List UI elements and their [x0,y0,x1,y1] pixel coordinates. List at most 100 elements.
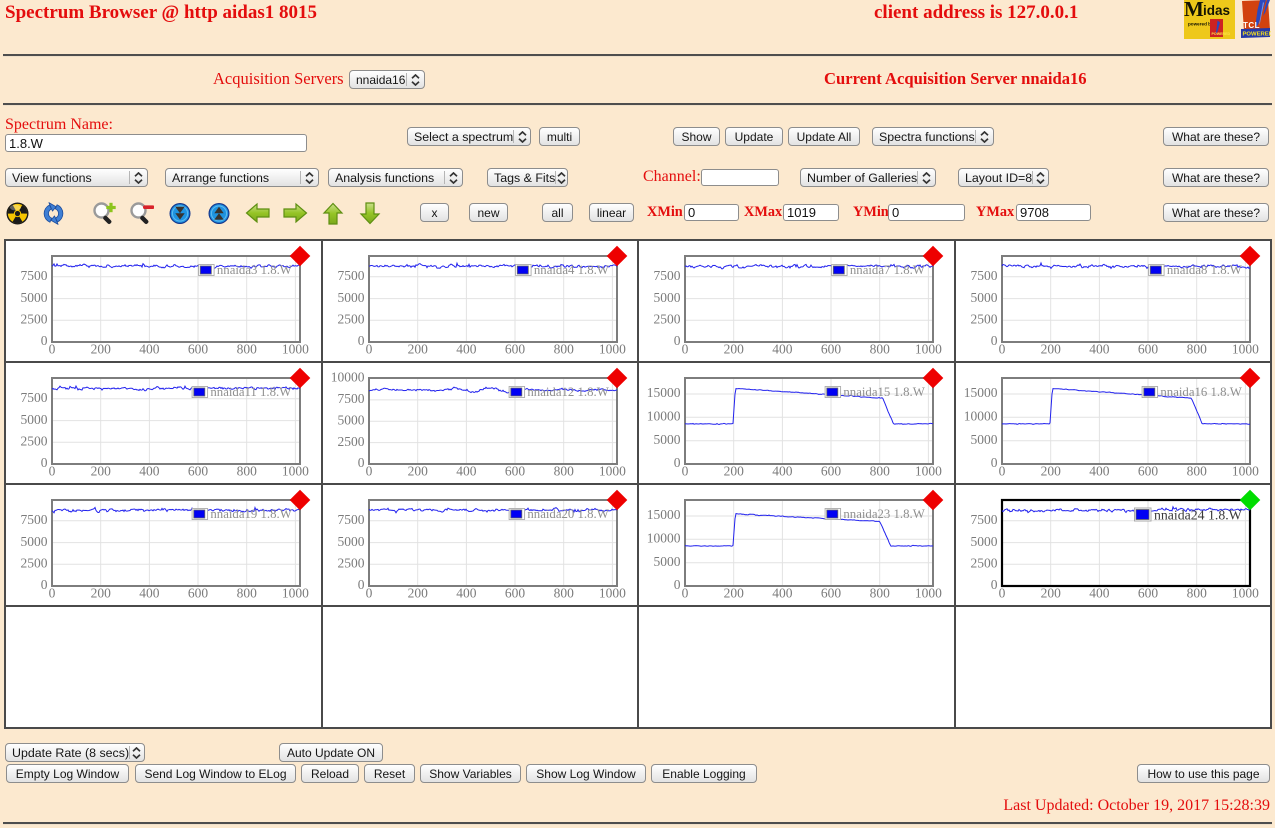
svg-text:15000: 15000 [647,507,681,522]
svg-text:5000: 5000 [21,412,48,427]
svg-text:1000: 1000 [915,341,942,356]
svg-text:800: 800 [553,463,574,478]
svg-text:800: 800 [553,585,574,600]
svg-text:200: 200 [1040,585,1061,600]
svg-text:7500: 7500 [970,268,997,283]
svg-text:600: 600 [188,463,209,478]
svg-text:0: 0 [365,341,372,356]
svg-text:0: 0 [682,463,689,478]
svg-text:0: 0 [674,455,681,470]
svg-text:nnaida4 1.8.W: nnaida4 1.8.W [533,263,609,277]
svg-text:600: 600 [188,585,209,600]
svg-text:2500: 2500 [970,312,997,327]
svg-text:2500: 2500 [21,556,48,571]
svg-text:nnaida15 1.8.W: nnaida15 1.8.W [843,385,925,399]
svg-text:15000: 15000 [963,385,997,400]
svg-text:nnaida8 1.8.W: nnaida8 1.8.W [1166,263,1242,277]
svg-text:0: 0 [998,341,1005,356]
svg-text:800: 800 [1186,585,1207,600]
svg-text:400: 400 [1089,585,1110,600]
svg-text:800: 800 [870,585,891,600]
svg-text:800: 800 [1186,463,1207,478]
svg-text:400: 400 [456,341,477,356]
svg-text:0: 0 [990,333,997,348]
svg-text:0: 0 [682,585,689,600]
svg-text:800: 800 [870,341,891,356]
svg-text:0: 0 [998,585,1005,600]
svg-text:400: 400 [772,585,793,600]
svg-text:5000: 5000 [21,534,48,549]
svg-text:10000: 10000 [647,531,681,546]
svg-text:idas: idas [1203,3,1230,18]
svg-text:0: 0 [49,463,56,478]
svg-text:7500: 7500 [970,512,997,527]
svg-text:10000: 10000 [330,370,364,385]
svg-text:0: 0 [674,333,681,348]
svg-text:400: 400 [1089,463,1110,478]
svg-text:200: 200 [724,585,745,600]
svg-text:nnaida20 1.8.W: nnaida20 1.8.W [527,507,609,521]
svg-text:400: 400 [772,463,793,478]
svg-text:1000: 1000 [282,463,309,478]
svg-text:1000: 1000 [1231,585,1258,600]
svg-text:5000: 5000 [337,534,364,549]
svg-text:400: 400 [456,585,477,600]
svg-text:0: 0 [357,577,364,592]
svg-text:7500: 7500 [337,391,364,406]
svg-text:2500: 2500 [337,556,364,571]
svg-text:200: 200 [1040,341,1061,356]
svg-text:600: 600 [504,463,525,478]
svg-text:7500: 7500 [337,512,364,527]
svg-text:5000: 5000 [970,432,997,447]
svg-text:0: 0 [365,463,372,478]
svg-text:200: 200 [91,463,112,478]
svg-text:600: 600 [504,585,525,600]
svg-text:0: 0 [674,577,681,592]
svg-text:600: 600 [821,341,842,356]
svg-text:0: 0 [357,333,364,348]
svg-text:7500: 7500 [21,390,48,405]
svg-text:0: 0 [41,333,48,348]
svg-text:1000: 1000 [915,463,942,478]
svg-text:nnaida16 1.8.W: nnaida16 1.8.W [1160,385,1242,399]
svg-text:600: 600 [1137,585,1158,600]
svg-text:2500: 2500 [970,556,997,571]
svg-text:800: 800 [237,463,258,478]
svg-text:800: 800 [1186,341,1207,356]
svg-text:5000: 5000 [970,290,997,305]
svg-text:200: 200 [1040,463,1061,478]
svg-text:2500: 2500 [654,312,681,327]
svg-text:5000: 5000 [654,554,681,569]
svg-text:600: 600 [1137,463,1158,478]
svg-text:600: 600 [188,341,209,356]
svg-text:2500: 2500 [21,312,48,327]
svg-text:1000: 1000 [282,585,309,600]
svg-text:7500: 7500 [21,512,48,527]
svg-text:800: 800 [237,585,258,600]
svg-text:600: 600 [821,463,842,478]
svg-text:0: 0 [990,455,997,470]
svg-text:0: 0 [49,341,56,356]
svg-text:600: 600 [1137,341,1158,356]
svg-text:5000: 5000 [654,290,681,305]
svg-text:nnaida12 1.8.W: nnaida12 1.8.W [527,385,609,399]
svg-text:2500: 2500 [337,434,364,449]
svg-text:5000: 5000 [337,290,364,305]
svg-text:POWERED: POWERED [1243,32,1272,38]
svg-text:200: 200 [724,341,745,356]
svg-text:5000: 5000 [654,432,681,447]
svg-text:200: 200 [407,341,428,356]
svg-text:nnaida24 1.8.W: nnaida24 1.8.W [1154,508,1242,523]
svg-text:nnaida23 1.8.W: nnaida23 1.8.W [843,507,925,521]
svg-text:400: 400 [456,463,477,478]
svg-text:0: 0 [41,577,48,592]
svg-text:0: 0 [357,455,364,470]
svg-text:200: 200 [91,341,112,356]
svg-text:10000: 10000 [647,409,681,424]
svg-text:800: 800 [553,341,574,356]
svg-text:800: 800 [237,341,258,356]
svg-text:7500: 7500 [654,268,681,283]
svg-text:nnaida7 1.8.W: nnaida7 1.8.W [850,263,926,277]
svg-text:0: 0 [41,455,48,470]
svg-text:1000: 1000 [1231,463,1258,478]
